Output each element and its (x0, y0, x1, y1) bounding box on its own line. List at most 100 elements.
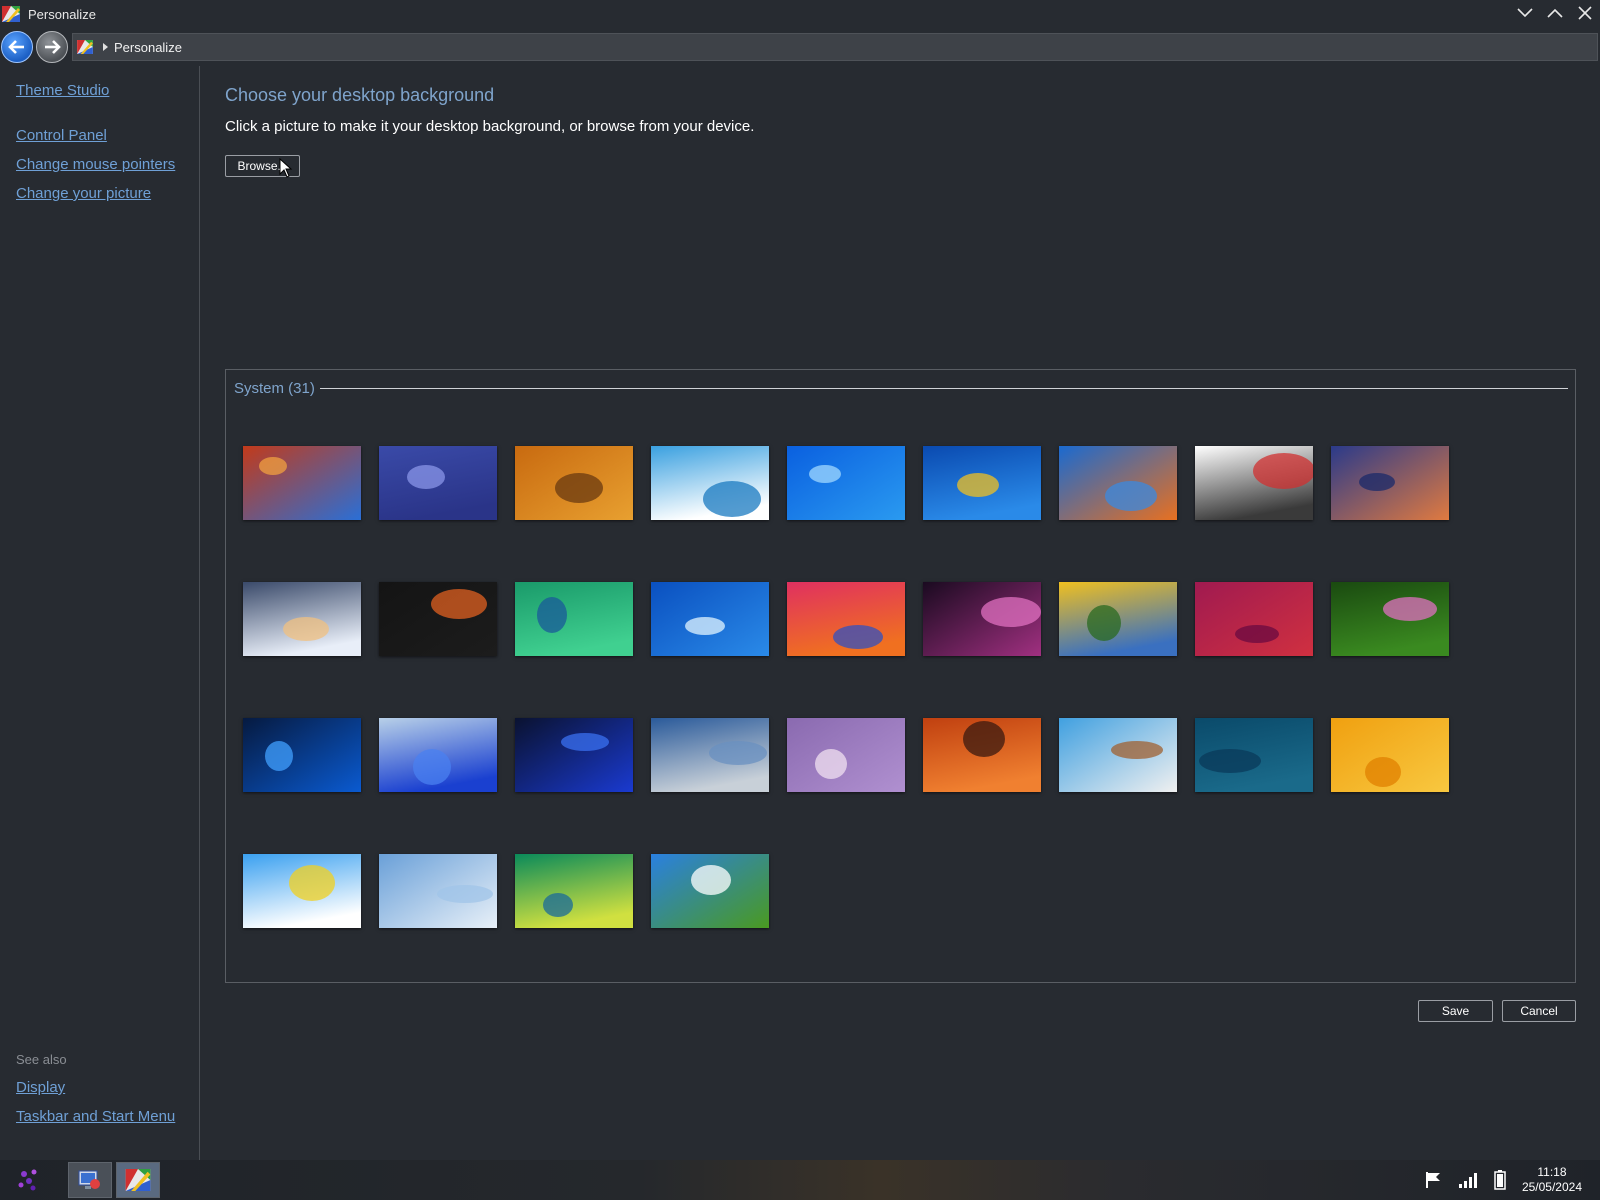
window-title: Personalize (28, 6, 96, 22)
wallpaper-image (379, 446, 497, 520)
taskbar-personalize[interactable] (116, 1162, 160, 1198)
wallpaper-thumbnail-windows-11-bloom-light[interactable] (379, 718, 497, 792)
wallpaper-thumbnail-tropical-island[interactable] (651, 446, 769, 520)
wallpaper-image (515, 854, 633, 928)
wallpaper-thumbnail-water-lilies[interactable] (1331, 582, 1449, 656)
taskbar: 11:18 25/05/2024 (0, 1160, 1600, 1200)
page-title: Choose your desktop background (225, 85, 495, 105)
group-label: System (31) (234, 380, 315, 397)
wallpaper-image (787, 582, 905, 656)
wallpaper-thumbnail-windows-11-bloom-dark[interactable] (515, 718, 633, 792)
wallpaper-thumbnail-floating-island[interactable] (1059, 718, 1177, 792)
arrow-right-icon (45, 40, 61, 54)
back-button[interactable] (1, 31, 33, 63)
sidebar-link-change-mouse-pointers[interactable]: Change mouse pointers (16, 156, 175, 173)
sidebar-link-taskbar-start-menu[interactable]: Taskbar and Start Menu (16, 1108, 175, 1125)
wallpaper-image (651, 446, 769, 520)
wallpaper-image (1331, 582, 1449, 656)
cancel-button[interactable]: Cancel (1502, 1000, 1576, 1022)
wallpaper-image (379, 854, 497, 928)
maximize-button[interactable] (1540, 0, 1570, 26)
wallpaper-thumbnail-magenta-jellyfish[interactable] (1195, 582, 1313, 656)
wallpaper-thumbnail-yellow-geometric[interactable] (1331, 718, 1449, 792)
sidebar-link-display[interactable]: Display (16, 1079, 65, 1096)
wallpaper-thumbnail-dark-logo[interactable] (379, 582, 497, 656)
wallpaper-thumbnail-big-sur-gradient[interactable] (787, 582, 905, 656)
wallpaper-image (243, 854, 361, 928)
wallpaper-image (1195, 718, 1313, 792)
flag-icon[interactable] (1424, 1171, 1442, 1189)
wallpaper-image (651, 582, 769, 656)
wallpaper-thumbnail-bliss-hill[interactable] (651, 854, 769, 928)
system-tray: 11:18 25/05/2024 (1424, 1160, 1600, 1200)
wallpaper-thumbnail-aurora-green[interactable] (515, 582, 633, 656)
breadcrumb-personalize[interactable]: Personalize (114, 40, 182, 55)
wallpaper-image (1059, 446, 1177, 520)
wallpaper-image (787, 446, 905, 520)
wallpaper-thumbnail-clouds[interactable] (379, 854, 497, 928)
wallpaper-image (515, 446, 633, 520)
personalize-app-icon (2, 6, 20, 22)
mouse-cursor-icon (279, 158, 293, 178)
save-button[interactable]: Save (1418, 1000, 1493, 1022)
wallpaper-thumbnail-daisies-sky[interactable] (243, 854, 361, 928)
wallpaper-thumbnail-lavender-field[interactable] (787, 718, 905, 792)
wallpaper-thumbnail-windows-10[interactable] (243, 718, 361, 792)
close-icon (1578, 6, 1592, 20)
wallpaper-image (787, 718, 905, 792)
sidebar: Theme Studio Control Panel Change mouse … (0, 66, 200, 1160)
wallpaper-image (379, 582, 497, 656)
wallpaper-image (243, 446, 361, 520)
wallpaper-thumbnail-abstract-shapes[interactable] (1331, 446, 1449, 520)
chevron-up-icon (1547, 8, 1563, 18)
wallpaper-image (515, 718, 633, 792)
breadcrumb[interactable]: Personalize (72, 33, 1598, 61)
wallpaper-thumbnail-space-needle[interactable] (243, 446, 361, 520)
forward-button[interactable] (36, 31, 68, 63)
group-divider (320, 388, 1568, 389)
wallpaper-thumbnail-red-canyon[interactable] (923, 718, 1041, 792)
wallpaper-image (1059, 582, 1177, 656)
personalize-app-icon (77, 40, 93, 54)
minimize-button[interactable] (1510, 0, 1540, 26)
clock[interactable]: 11:18 25/05/2024 (1522, 1165, 1582, 1195)
wallpaper-thumbnail-ice-lake[interactable] (243, 582, 361, 656)
wallpaper-image (923, 446, 1041, 520)
wallpaper-thumbnail-moon-mountain[interactable] (379, 446, 497, 520)
sidebar-link-control-panel[interactable]: Control Panel (16, 127, 107, 144)
see-also-label: See also (16, 1052, 67, 1067)
wallpaper-thumbnail-purple-flower[interactable] (923, 582, 1041, 656)
wallpaper-image (651, 854, 769, 928)
wallpaper-thumbnail-teal-abstract[interactable] (1195, 718, 1313, 792)
close-button[interactable] (1570, 0, 1600, 26)
chevron-down-icon (1517, 8, 1533, 18)
wallpaper-image (243, 718, 361, 792)
wallpaper-thumbnail-vista-aurora[interactable] (515, 854, 633, 928)
signal-icon[interactable] (1458, 1172, 1478, 1188)
sidebar-link-change-your-picture[interactable]: Change your picture (16, 185, 151, 202)
window-controls (1510, 0, 1600, 28)
taskbar-control-panel[interactable] (68, 1162, 112, 1198)
wallpaper-thumbnail-autumn-road[interactable] (515, 446, 633, 520)
start-logo-icon[interactable] (16, 1168, 42, 1192)
clock-date: 25/05/2024 (1521, 1180, 1582, 1194)
wallpaper-thumbnail-suitcase[interactable] (1195, 446, 1313, 520)
sidebar-link-theme-studio[interactable]: Theme Studio (16, 82, 109, 99)
wallpaper-image (1331, 718, 1449, 792)
wallpaper-thumbnail-blue-glow[interactable] (651, 582, 769, 656)
wallpaper-thumbnail-dome-building[interactable] (651, 718, 769, 792)
wallpaper-image (923, 718, 1041, 792)
wallpaper-thumbnail-orange-fish[interactable] (1059, 446, 1177, 520)
wallpaper-image (379, 718, 497, 792)
wallpaper-image (1195, 446, 1313, 520)
page-description: Click a picture to make it your desktop … (225, 118, 755, 135)
wallpaper-thumbnail-windows-7[interactable] (923, 446, 1041, 520)
arrow-left-icon (8, 40, 24, 54)
wallpaper-image (1195, 582, 1313, 656)
control-panel-icon (78, 1170, 100, 1189)
wallpaper-thumbnail-yellow-tulips[interactable] (1059, 582, 1177, 656)
battery-icon[interactable] (1494, 1170, 1506, 1190)
address-bar: Personalize (0, 30, 1600, 64)
wallpaper-image (243, 582, 361, 656)
wallpaper-thumbnail-blue-wave[interactable] (787, 446, 905, 520)
